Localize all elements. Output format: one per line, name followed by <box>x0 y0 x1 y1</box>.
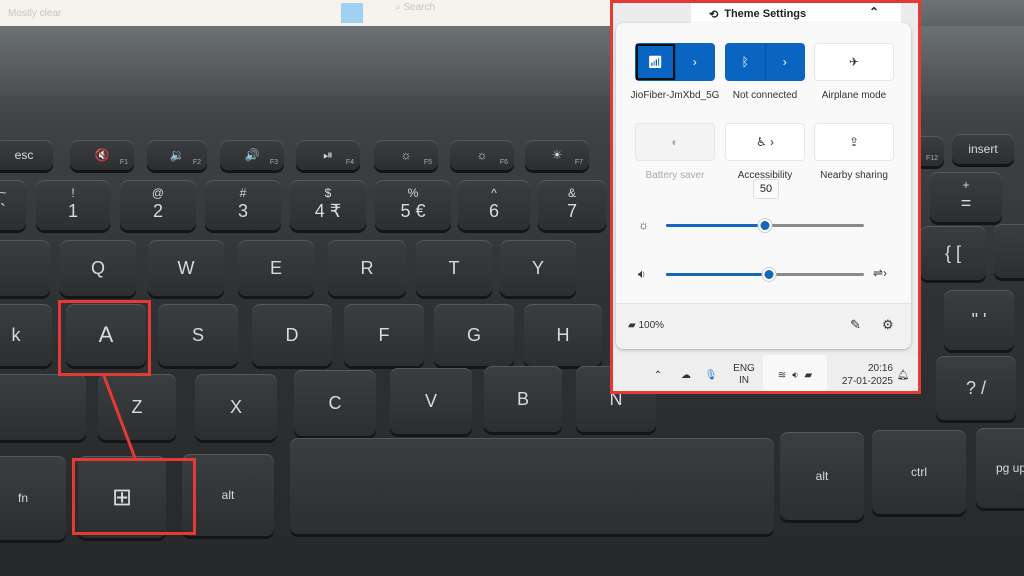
battery-saver-tile[interactable]: ◐ <box>635 123 715 161</box>
wifi-expand-chevron-icon[interactable]: › <box>674 44 715 80</box>
chevron-up-icon[interactable]: ⌃ <box>869 5 879 19</box>
battery-status: ▰ 100% <box>628 320 665 331</box>
volume-slider[interactable] <box>666 268 864 281</box>
nearby-sharing-label: Nearby sharing <box>820 170 888 181</box>
system-tray-group[interactable]: ≋ 🔉︎ ▰ <box>763 355 827 391</box>
battery-saver-label: Battery saver <box>645 170 705 181</box>
quick-settings-screenshot: ⟲ Theme Settings ⌃ 📶︎ › JioFiber-JmXbd_5G… <box>610 0 921 394</box>
accessibility-icon: ♿︎ › <box>755 135 775 149</box>
brightness-tooltip: 50 <box>753 179 779 199</box>
brightness-slider[interactable] <box>666 219 864 232</box>
windows-taskbar: ⌃ ☁ 🎙︎ ENG IN ≋ 🔉︎ ▰ 20:16 27-01-2025 🔔︎ <box>613 355 918 391</box>
battery-tray-icon: ▰ <box>804 369 813 381</box>
wifi-tray-icon: ≋ <box>777 369 787 381</box>
settings-gear-icon[interactable]: ⚙ <box>882 317 894 333</box>
show-hidden-icons-chevron-icon[interactable]: ⌃ <box>651 355 665 391</box>
wifi-icon[interactable]: 📶︎ <box>636 44 675 80</box>
brightness-thumb[interactable] <box>758 219 772 232</box>
wifi-label: JioFiber-JmXbd_5G <box>630 90 720 101</box>
airplane-mode-tile[interactable]: ✈ <box>814 43 894 81</box>
audio-output-icon[interactable]: ⇌› <box>873 266 887 280</box>
battery-icon: ▰ <box>628 320 639 331</box>
bluetooth-label: Not connected <box>732 90 798 101</box>
brightness-fill <box>666 224 765 227</box>
accessibility-tile[interactable]: ♿︎ › <box>725 123 805 161</box>
airplane-icon: ✈ <box>848 55 860 69</box>
theme-icon: ⟲ <box>709 8 719 21</box>
flyout-footer: ▰ 100% ✎ ⚙ <box>616 303 911 349</box>
onedrive-cloud-icon[interactable]: ☁ <box>677 355 695 391</box>
share-icon: ⇪ <box>848 135 860 149</box>
nearby-sharing-tile[interactable]: ⇪ <box>814 123 894 161</box>
microphone-icon[interactable]: 🎙︎ <box>704 355 718 391</box>
clock[interactable]: 20:16 27-01-2025 <box>837 355 893 391</box>
edit-pencil-icon[interactable]: ✎ <box>850 317 861 333</box>
volume-fill <box>666 273 769 276</box>
volume-icon: 🔉︎ <box>638 267 646 281</box>
airplane-mode-label: Airplane mode <box>821 90 887 101</box>
volume-tray-icon: 🔉︎ <box>792 369 799 381</box>
volume-thumb[interactable] <box>762 268 776 281</box>
notification-bell-icon[interactable]: 🔔︎ <box>895 355 911 391</box>
quick-settings-flyout: 📶︎ › JioFiber-JmXbd_5G ᛒ › Not connected ✈… <box>616 23 911 349</box>
theme-settings-title: Theme Settings <box>724 8 807 20</box>
bluetooth-icon[interactable]: ᛒ <box>726 44 765 80</box>
battery-saver-icon: ◐ <box>671 135 679 149</box>
theme-settings-bar[interactable]: ⟲ Theme Settings ⌃ <box>691 3 901 25</box>
bluetooth-expand-chevron-icon[interactable]: › <box>764 44 805 80</box>
bluetooth-tile[interactable]: ᛒ › <box>725 43 805 81</box>
wifi-tile[interactable]: 📶︎ › <box>635 43 715 81</box>
brightness-icon: ☼ <box>638 218 649 232</box>
language-indicator[interactable]: ENG IN <box>726 355 762 391</box>
